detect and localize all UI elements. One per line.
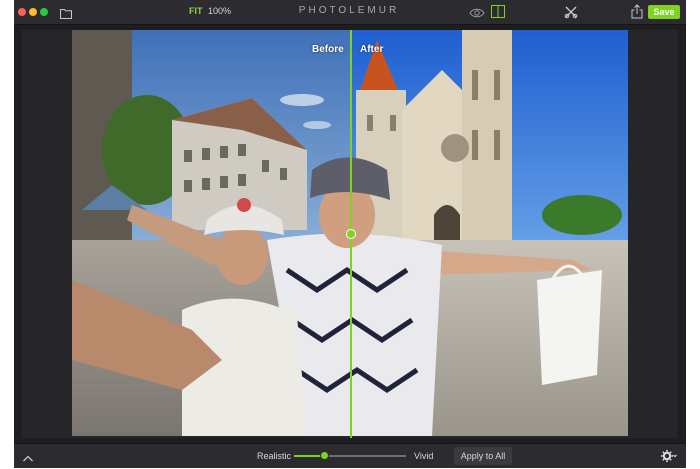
compare-divider-handle[interactable]	[346, 229, 356, 239]
close-window-button[interactable]	[18, 8, 26, 16]
image-canvas: Before After	[22, 30, 678, 438]
realistic-label: Realistic	[257, 451, 292, 461]
app-window: FIT 100% PHOTOLEMUR Save Before After Re…	[14, 0, 686, 468]
intensity-slider-thumb[interactable]	[320, 451, 329, 460]
intensity-slider[interactable]	[294, 451, 406, 460]
bottom-bar: Realistic Vivid Apply to All	[14, 443, 686, 468]
chevron-up-icon[interactable]	[22, 451, 34, 462]
folder-icon[interactable]	[60, 6, 72, 19]
toolbar: FIT 100% PHOTOLEMUR Save	[14, 0, 686, 25]
vivid-label: Vivid	[414, 451, 434, 461]
eye-icon[interactable]	[469, 6, 485, 18]
zoom-level[interactable]: 100%	[208, 6, 231, 16]
share-icon[interactable]	[631, 4, 643, 19]
apply-to-all-button[interactable]: Apply to All	[454, 447, 512, 465]
fit-button[interactable]: FIT	[189, 6, 203, 16]
tools-icon[interactable]	[564, 5, 578, 19]
app-title: PHOTOLEMUR	[298, 5, 400, 16]
after-label: After	[360, 44, 384, 55]
split-view-icon[interactable]	[491, 5, 505, 18]
save-button[interactable]: Save	[648, 5, 680, 19]
zoom-window-button[interactable]	[40, 8, 48, 16]
gear-icon[interactable]	[661, 449, 677, 463]
minimize-window-button[interactable]	[29, 8, 37, 16]
before-label: Before	[312, 44, 344, 55]
